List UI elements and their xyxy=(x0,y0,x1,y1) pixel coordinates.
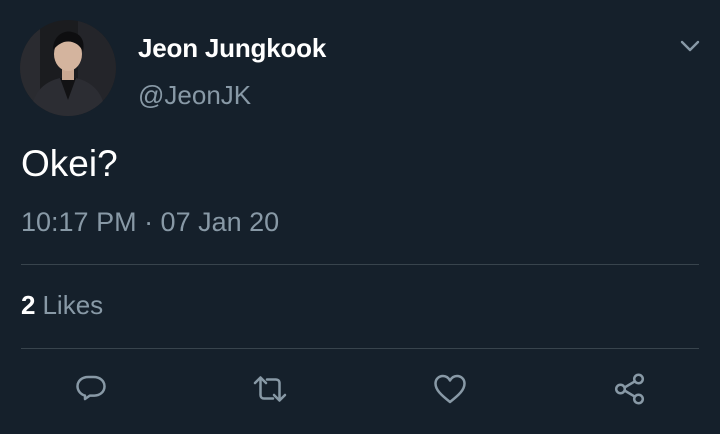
tweet-text: Okei? xyxy=(21,143,118,184)
like-button[interactable] xyxy=(431,370,469,408)
share-icon xyxy=(614,373,645,405)
likes-stat[interactable]: 2 Likes xyxy=(21,290,103,321)
avatar[interactable] xyxy=(20,20,116,116)
chevron-down-icon[interactable] xyxy=(677,35,703,57)
heart-icon xyxy=(434,374,466,404)
retweet-icon xyxy=(253,376,287,402)
likes-label: Likes xyxy=(42,290,104,320)
divider xyxy=(21,348,699,349)
reply-icon xyxy=(76,375,106,401)
reply-button[interactable] xyxy=(72,370,110,408)
retweet-button[interactable] xyxy=(251,370,289,408)
display-name[interactable]: Jeon Jungkook xyxy=(138,33,326,64)
user-handle[interactable]: @JeonJK xyxy=(138,80,251,111)
divider xyxy=(21,264,699,265)
share-button[interactable] xyxy=(611,370,649,408)
likes-count: 2 xyxy=(21,290,36,320)
tweet-timestamp: 10:17 PM · 07 Jan 20 xyxy=(21,207,280,237)
avatar-image xyxy=(20,20,116,116)
